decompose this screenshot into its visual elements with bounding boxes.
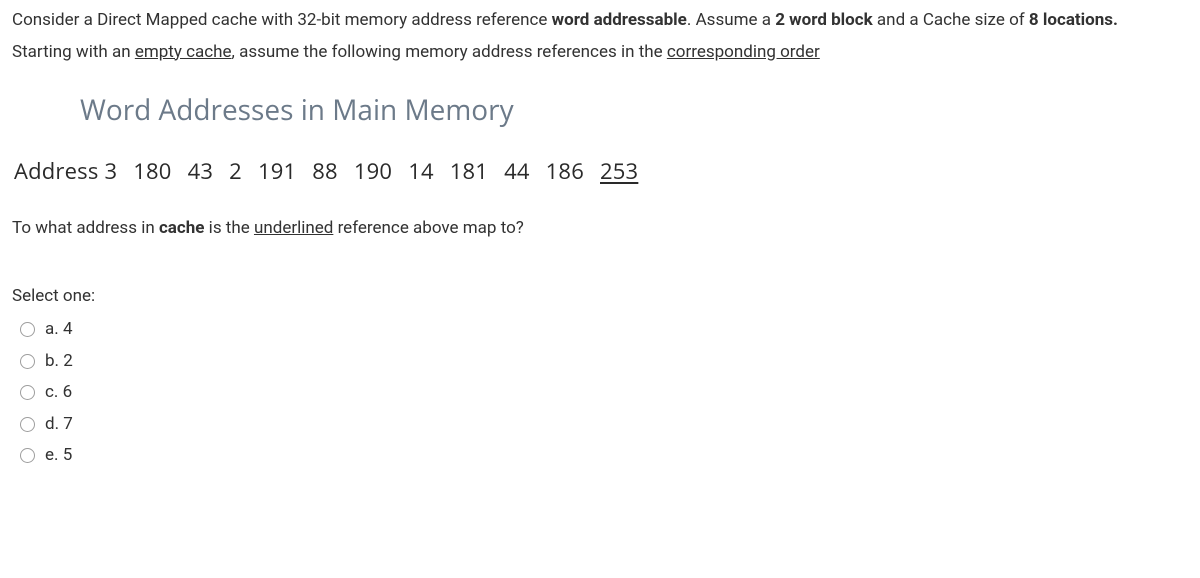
- intro-bold-1: word addressable: [552, 10, 687, 30]
- followup-bold-1: cache: [159, 218, 205, 238]
- option-radio-a[interactable]: [20, 322, 35, 337]
- option-c[interactable]: c. 6: [20, 380, 1188, 406]
- option-radio-c[interactable]: [20, 385, 35, 400]
- option-label-c: c. 6: [45, 380, 72, 406]
- address-row: Address 3 180 43 2 191 88 190 14 181 44 186 253: [14, 155, 1188, 188]
- option-radio-d[interactable]: [20, 417, 35, 432]
- address-value-3: 2: [229, 156, 242, 186]
- followup-underline-1: underlined: [254, 218, 333, 238]
- starting-text-1: Starting with an: [12, 42, 135, 62]
- address-value-1: 180: [133, 156, 171, 186]
- address-value-9: 44: [504, 156, 530, 186]
- option-a[interactable]: a. 4: [20, 317, 1188, 343]
- option-label-e: e. 5: [45, 443, 72, 469]
- section-heading: Word Addresses in Main Memory: [80, 89, 1188, 131]
- option-e[interactable]: e. 5: [20, 443, 1188, 469]
- address-value-11: 253: [600, 156, 638, 186]
- starting-text-2: , assume the following memory address re…: [232, 42, 667, 62]
- option-d[interactable]: d. 7: [20, 412, 1188, 438]
- intro-text-1: Consider a Direct Mapped cache with 32-b…: [12, 10, 552, 30]
- option-radio-b[interactable]: [20, 354, 35, 369]
- address-value-10: 186: [546, 156, 584, 186]
- starting-underline-2: corresponding order: [667, 42, 820, 62]
- address-value-8: 181: [450, 156, 488, 186]
- address-value-0: 3: [104, 156, 117, 186]
- starting-underline-1: empty cache: [135, 42, 232, 62]
- address-value-5: 88: [312, 156, 338, 186]
- option-label-a: a. 4: [45, 317, 73, 343]
- followup-text-2: is the: [204, 218, 254, 238]
- intro-bold-2: 2 word block: [775, 10, 873, 30]
- option-label-d: d. 7: [45, 412, 73, 438]
- followup-text-1: To what address in: [12, 218, 159, 238]
- intro-bold-3: 8 locations.: [1029, 10, 1118, 30]
- question-starting: Starting with an empty cache, assume the…: [12, 40, 1188, 66]
- intro-text-2: . Assume a: [687, 10, 775, 30]
- address-value-7: 14: [408, 156, 434, 186]
- option-label-b: b. 2: [45, 349, 73, 375]
- address-label: Address: [14, 156, 99, 186]
- question-intro: Consider a Direct Mapped cache with 32-b…: [12, 8, 1188, 34]
- followup-text-3: reference above map to?: [333, 218, 523, 238]
- address-value-6: 190: [354, 156, 392, 186]
- options-group: a. 4 b. 2 c. 6 d. 7 e. 5: [12, 317, 1188, 469]
- select-one-label: Select one:: [12, 284, 1188, 310]
- address-value-4: 191: [258, 156, 296, 186]
- address-value-2: 43: [188, 156, 214, 186]
- option-radio-e[interactable]: [20, 448, 35, 463]
- option-b[interactable]: b. 2: [20, 349, 1188, 375]
- intro-text-3: and a Cache size of: [873, 10, 1029, 30]
- followup-question: To what address in cache is the underlin…: [12, 216, 1188, 242]
